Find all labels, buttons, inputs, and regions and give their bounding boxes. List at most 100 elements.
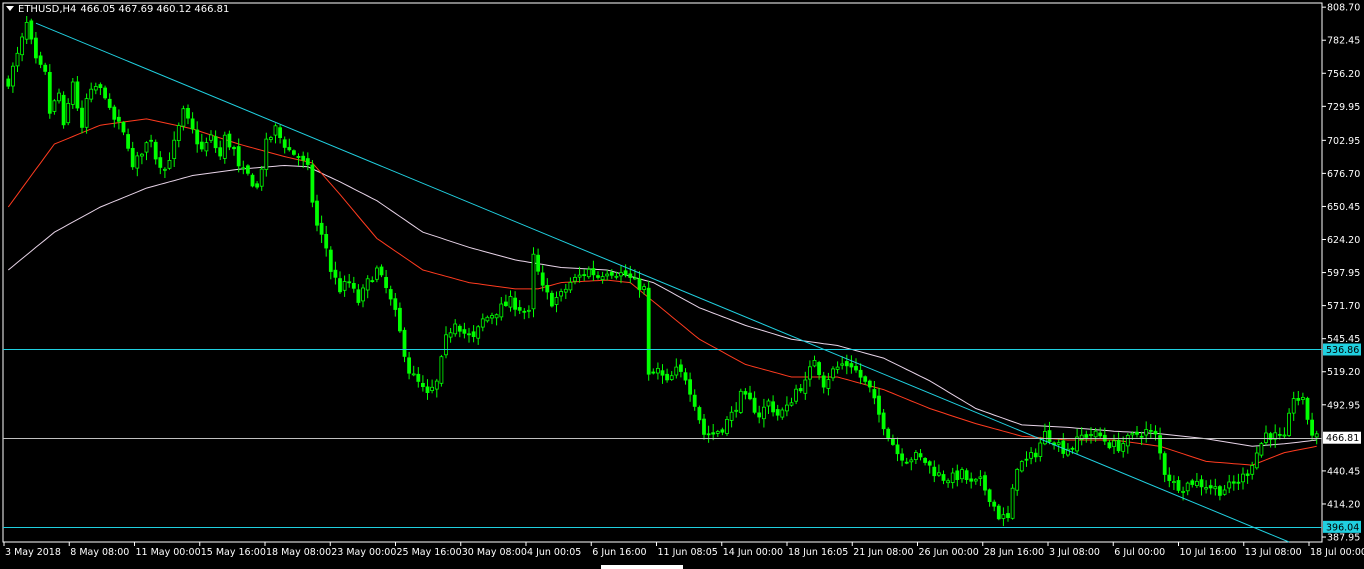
- candle: [333, 261, 338, 285]
- candle: [987, 488, 992, 507]
- candle: [973, 478, 978, 485]
- candle-body: [1259, 443, 1264, 456]
- candle-body: [1093, 430, 1098, 438]
- candle-body: [1190, 480, 1195, 485]
- candle: [57, 88, 61, 104]
- candle-body: [296, 155, 301, 158]
- candle-body: [462, 329, 467, 334]
- candle-body: [393, 298, 398, 310]
- candle: [1231, 475, 1236, 491]
- candle: [725, 416, 729, 436]
- candle: [1185, 481, 1190, 496]
- candle: [720, 427, 725, 436]
- candle: [89, 82, 94, 103]
- candle: [1254, 446, 1259, 470]
- candle-body: [1222, 489, 1227, 495]
- candle: [1282, 427, 1287, 439]
- candle: [434, 378, 439, 398]
- candle: [1010, 484, 1015, 520]
- candle: [835, 361, 840, 374]
- candle: [1098, 427, 1103, 439]
- candle-body: [425, 386, 430, 393]
- candle-body: [536, 254, 540, 272]
- candle-body: [1084, 434, 1089, 438]
- candle: [467, 327, 471, 343]
- candle-body: [586, 268, 591, 278]
- candle: [186, 104, 190, 125]
- candle-body: [172, 139, 177, 159]
- candle: [195, 121, 200, 153]
- candle-body: [471, 331, 476, 337]
- candle-body: [1185, 482, 1190, 492]
- trendline[interactable]: [35, 22, 1290, 543]
- candle: [586, 266, 591, 279]
- candle-body: [785, 404, 789, 412]
- candle: [130, 141, 135, 170]
- candle-body: [195, 129, 200, 145]
- candle-body: [1254, 452, 1259, 469]
- candle: [794, 384, 798, 405]
- candle-body: [633, 277, 637, 280]
- candle: [702, 414, 706, 440]
- candle: [218, 140, 223, 160]
- candle: [1107, 439, 1112, 450]
- candle-body: [826, 379, 831, 389]
- candle-body: [374, 267, 379, 280]
- candle: [932, 460, 937, 483]
- candle: [513, 291, 517, 317]
- candle: [729, 406, 734, 428]
- candle: [384, 270, 389, 294]
- candle-body: [973, 478, 978, 482]
- candle: [969, 472, 974, 489]
- candle-body: [255, 183, 260, 188]
- candle: [222, 131, 227, 164]
- candle-body: [232, 146, 236, 150]
- candle-body: [1241, 473, 1245, 483]
- candle: [904, 457, 909, 465]
- candle-body: [623, 270, 628, 276]
- candle: [619, 265, 623, 284]
- price-tick-label: 492.95: [1327, 400, 1360, 411]
- time-tick-label: 21 Jun 08:00: [853, 547, 913, 558]
- time-tick-label: 6 Jun 16:00: [592, 547, 646, 558]
- candle-body: [1019, 461, 1024, 472]
- candle-body: [1167, 474, 1172, 482]
- candle: [1291, 391, 1296, 421]
- candle: [250, 173, 255, 188]
- candle: [1245, 469, 1250, 484]
- candle: [20, 32, 25, 62]
- candle-body: [1135, 431, 1139, 435]
- candle-body: [941, 474, 946, 481]
- current-price-tag-label: 466.81: [1326, 433, 1359, 444]
- candle: [854, 358, 858, 373]
- candle: [711, 424, 716, 441]
- price-chart[interactable]: 808.70 782.45 756.20 729.95 702.95 676.70 650.…: [0, 0, 1364, 569]
- time-tick-label: 6 Jul 00:00: [1114, 547, 1165, 558]
- candle-body: [176, 125, 181, 141]
- candle-body: [467, 333, 471, 336]
- candle-body: [107, 98, 112, 108]
- candle-body: [15, 52, 20, 67]
- candle: [485, 315, 490, 323]
- candle: [1167, 467, 1172, 488]
- candle-body: [513, 297, 517, 310]
- candle: [107, 93, 112, 110]
- candle-body: [706, 433, 711, 436]
- candle-body: [642, 286, 646, 290]
- candle: [70, 78, 75, 109]
- candle: [342, 275, 347, 297]
- price-tick-label: 782.45: [1327, 36, 1360, 47]
- candle-body: [614, 275, 619, 278]
- candle: [273, 123, 278, 144]
- candle: [10, 62, 15, 93]
- chart-tab[interactable]: [601, 565, 683, 569]
- candle: [457, 324, 462, 338]
- candle-body: [789, 402, 794, 406]
- lines-layer[interactable]: [3, 22, 1322, 543]
- candle: [75, 76, 80, 111]
- price-tick-label: 624.20: [1327, 235, 1360, 246]
- candle-body: [259, 168, 264, 187]
- candle-body: [416, 373, 421, 382]
- candle: [909, 457, 914, 471]
- candle-body: [103, 87, 107, 99]
